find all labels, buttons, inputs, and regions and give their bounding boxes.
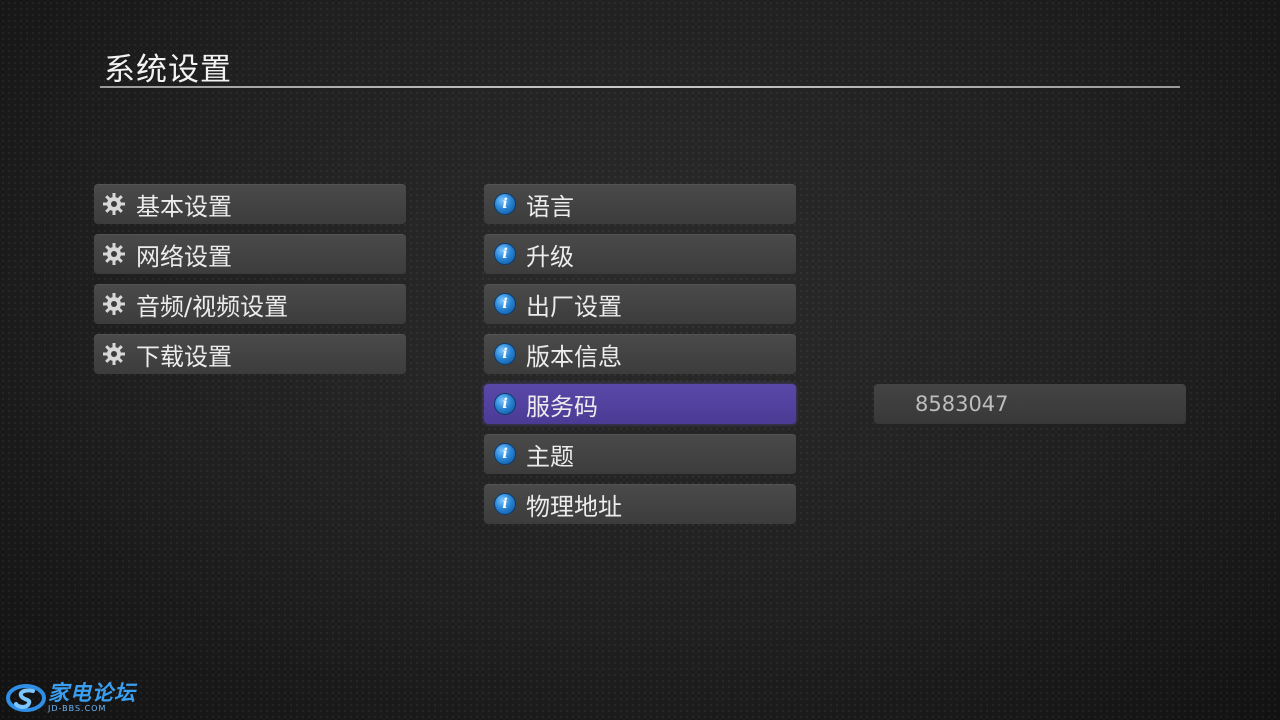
submenu-item-label: 物理地址	[526, 492, 622, 521]
menu-item-label: 音频/视频设置	[136, 292, 289, 321]
info-icon: i	[494, 443, 516, 465]
service-code-value: 8583047	[874, 384, 1186, 424]
gear-icon	[103, 343, 125, 365]
gear-icon	[103, 193, 125, 215]
submenu-item-label: 出厂设置	[526, 292, 622, 321]
gear-icon	[103, 243, 125, 265]
menu-item-label: 基本设置	[136, 192, 232, 221]
submenu-item-label: 服务码	[526, 392, 598, 421]
menu-item-network-settings[interactable]: 网络设置	[94, 234, 406, 274]
menu-item-av-settings[interactable]: 音频/视频设置	[94, 284, 406, 324]
gear-icon	[103, 293, 125, 315]
watermark-site: JD-BBS.COM	[48, 704, 107, 713]
info-icon: i	[494, 243, 516, 265]
submenu-item-theme[interactable]: i 主题	[484, 434, 796, 474]
submenu-item-mac-address[interactable]: i 物理地址	[484, 484, 796, 524]
menu-item-download-settings[interactable]: 下载设置	[94, 334, 406, 374]
menu-item-basic-settings[interactable]: 基本设置	[94, 184, 406, 224]
page-title: 系统设置	[104, 52, 232, 88]
info-icon: i	[494, 343, 516, 365]
submenu-item-version-info[interactable]: i 版本信息	[484, 334, 796, 374]
info-icon: i	[494, 193, 516, 215]
system-settings-submenu: i 语言 i 升级 i 出厂设置 i 版本信息 i 服务码 i 主题 i 物理地…	[484, 184, 796, 534]
submenu-item-language[interactable]: i 语言	[484, 184, 796, 224]
submenu-item-label: 版本信息	[526, 342, 622, 371]
watermark-logo: 家电论坛 JD-BBS.COM	[6, 682, 136, 714]
info-icon: i	[494, 293, 516, 315]
submenu-item-label: 主题	[526, 442, 574, 471]
submenu-item-label: 升级	[526, 242, 574, 271]
forum-logo-icon	[6, 684, 46, 712]
submenu-item-upgrade[interactable]: i 升级	[484, 234, 796, 274]
title-divider	[100, 86, 1180, 88]
submenu-item-service-code[interactable]: i 服务码	[484, 384, 796, 424]
watermark-name: 家电论坛	[48, 681, 136, 705]
settings-category-menu: 基本设置 网络设置 音频/视频设置 下载设置	[94, 184, 406, 384]
info-icon: i	[494, 393, 516, 415]
submenu-item-factory-reset[interactable]: i 出厂设置	[484, 284, 796, 324]
info-icon: i	[494, 493, 516, 515]
menu-item-label: 网络设置	[136, 242, 232, 271]
submenu-item-label: 语言	[526, 192, 574, 221]
menu-item-label: 下载设置	[136, 342, 232, 371]
